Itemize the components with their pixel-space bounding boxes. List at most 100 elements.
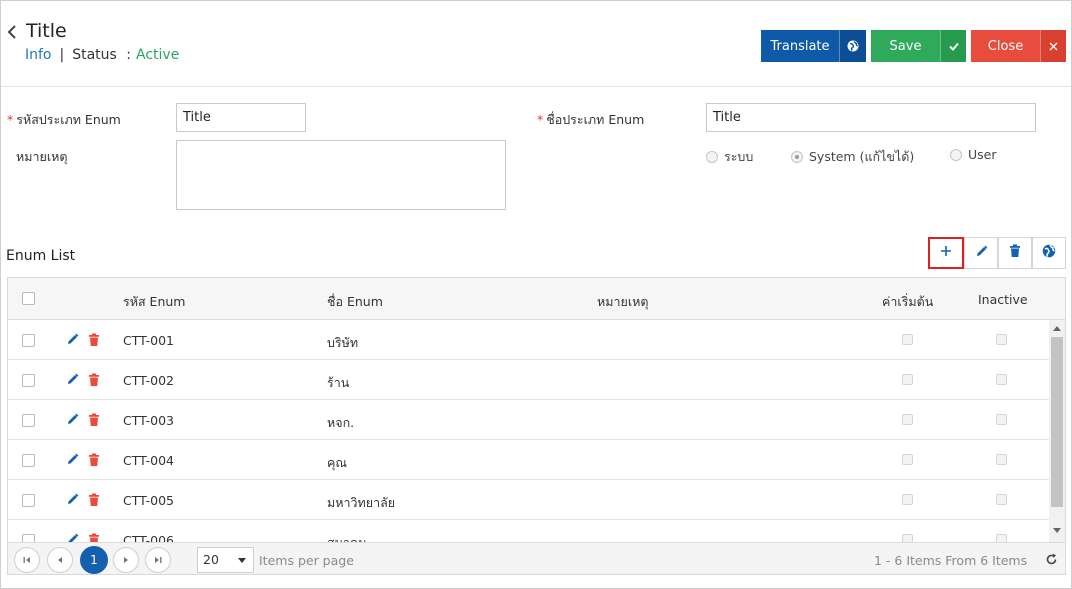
enum-type-code-label-text: รหัสประเภท Enum xyxy=(16,112,121,127)
last-page-button[interactable] xyxy=(145,547,171,573)
add-enum-button[interactable] xyxy=(928,237,964,269)
default-checkbox xyxy=(902,374,913,385)
info-link[interactable]: Info xyxy=(25,47,52,63)
save-label: Save xyxy=(889,38,922,54)
remark-textarea[interactable] xyxy=(176,140,506,210)
trash-icon[interactable] xyxy=(88,453,100,471)
inactive-checkbox xyxy=(996,494,1007,505)
row-checkbox[interactable] xyxy=(22,494,35,507)
status-colon: : xyxy=(126,47,132,63)
select-all-checkbox[interactable] xyxy=(22,292,35,305)
row-checkbox[interactable] xyxy=(22,374,35,387)
status-line: Info | Status : Active xyxy=(25,47,179,63)
close-icon xyxy=(1040,30,1066,62)
radio-circle xyxy=(706,151,718,163)
globe-icon xyxy=(839,30,866,62)
radio-user[interactable]: User xyxy=(950,147,997,162)
row-checkbox[interactable] xyxy=(22,414,35,427)
edit-enum-button[interactable] xyxy=(964,237,998,269)
enum-type-code-input[interactable]: Title xyxy=(176,103,306,132)
delete-enum-button[interactable] xyxy=(998,237,1032,269)
required-mark: * xyxy=(537,112,544,127)
save-button[interactable]: Save xyxy=(871,30,966,62)
enum-code-cell: CTT-001 xyxy=(123,333,175,348)
column-header-default[interactable]: ค่าเริ่มต้น xyxy=(882,292,933,312)
close-button[interactable]: Close xyxy=(971,30,1066,62)
pencil-icon[interactable] xyxy=(66,373,79,390)
table-row[interactable]: CTT-004 คุณ xyxy=(8,440,1049,480)
column-header-inactive[interactable]: Inactive xyxy=(978,292,1028,307)
globe-icon xyxy=(1042,244,1056,262)
last-page-icon xyxy=(155,557,162,563)
pencil-icon[interactable] xyxy=(66,453,79,470)
column-header-remark[interactable]: หมายเหตุ xyxy=(597,292,648,312)
row-checkbox[interactable] xyxy=(22,454,35,467)
radio-circle xyxy=(950,148,962,161)
vertical-scrollbar[interactable] xyxy=(1049,320,1065,542)
pagination-bar: 1 20 Items per page 1 - 6 Items From 6 I… xyxy=(8,542,1065,574)
enum-list-title: Enum List xyxy=(6,248,76,264)
table-row[interactable]: CTT-003 หจก. xyxy=(8,400,1049,440)
column-header-code[interactable]: รหัส Enum xyxy=(123,292,185,312)
radio-label: System (แก้ไขได้) xyxy=(809,149,915,164)
pencil-icon xyxy=(975,245,988,262)
trash-icon[interactable] xyxy=(88,333,100,351)
trash-icon[interactable] xyxy=(88,373,100,391)
scroll-down-arrow-icon[interactable] xyxy=(1053,528,1061,533)
pencil-icon[interactable] xyxy=(66,493,79,510)
enum-code-cell: CTT-002 xyxy=(123,373,175,388)
next-page-button[interactable] xyxy=(113,547,139,573)
enum-code-cell: CTT-003 xyxy=(123,413,175,428)
status-label: Status xyxy=(72,47,117,63)
row-checkbox[interactable] xyxy=(22,334,35,347)
chevron-down-icon xyxy=(238,558,246,563)
back-chevron-icon[interactable] xyxy=(5,22,19,42)
default-checkbox xyxy=(902,414,913,425)
enum-name-cell: หจก. xyxy=(327,415,355,430)
radio-system[interactable]: ระบบ xyxy=(706,147,753,167)
table-row[interactable]: CTT-005 มหาวิทยาลัย xyxy=(8,480,1049,520)
trash-icon xyxy=(1009,244,1021,262)
close-label: Close xyxy=(987,38,1024,54)
trash-icon[interactable] xyxy=(88,493,100,511)
refresh-icon[interactable] xyxy=(1045,553,1058,570)
enum-type-name-label-text: ชื่อประเภท Enum xyxy=(546,112,645,127)
table-row[interactable]: CTT-001 บริษัท xyxy=(8,320,1049,360)
trash-icon[interactable] xyxy=(88,413,100,431)
grid-header: รหัส Enum ชื่อ Enum หมายเหตุ ค่าเริ่มต้น… xyxy=(8,278,1065,320)
default-checkbox xyxy=(902,334,913,345)
enum-type-name-label: * ชื่อประเภท Enum xyxy=(537,110,644,130)
first-page-button[interactable] xyxy=(14,547,40,573)
column-header-name[interactable]: ชื่อ Enum xyxy=(327,292,383,312)
items-per-page-label: Items per page xyxy=(259,553,354,568)
default-checkbox xyxy=(902,454,913,465)
page-number-button[interactable]: 1 xyxy=(80,546,108,574)
enum-name-cell: ร้าน xyxy=(327,375,350,390)
check-icon xyxy=(940,30,966,62)
scroll-up-arrow-icon[interactable] xyxy=(1053,326,1061,331)
pencil-icon[interactable] xyxy=(66,333,79,350)
inactive-checkbox xyxy=(996,414,1007,425)
translate-button[interactable]: Translate xyxy=(761,30,866,62)
enum-type-name-input[interactable]: Title xyxy=(706,103,1036,132)
pencil-icon[interactable] xyxy=(66,413,79,430)
scrollbar-thumb[interactable] xyxy=(1051,337,1063,507)
page-size-select[interactable]: 20 xyxy=(197,547,254,573)
pagination-summary: 1 - 6 Items From 6 Items xyxy=(874,553,1028,568)
translate-label: Translate xyxy=(770,38,830,54)
prev-page-button[interactable] xyxy=(47,547,73,573)
radio-label: User xyxy=(968,147,997,162)
table-row[interactable]: CTT-002 ร้าน xyxy=(8,360,1049,400)
enum-code-cell: CTT-005 xyxy=(123,493,175,508)
enum-name-cell: มหาวิทยาลัย xyxy=(327,495,396,510)
enum-name-cell: คุณ xyxy=(327,455,347,470)
translate-enum-button[interactable] xyxy=(1032,237,1066,269)
remark-label: หมายเหตุ xyxy=(16,149,68,164)
status-value: Active xyxy=(136,47,180,63)
next-page-icon xyxy=(124,557,128,563)
enum-code-cell: CTT-004 xyxy=(123,453,175,468)
header-divider xyxy=(1,86,1071,87)
page-size-value: 20 xyxy=(203,552,219,567)
inactive-checkbox xyxy=(996,374,1007,385)
radio-system-editable[interactable]: System (แก้ไขได้) xyxy=(791,147,914,167)
